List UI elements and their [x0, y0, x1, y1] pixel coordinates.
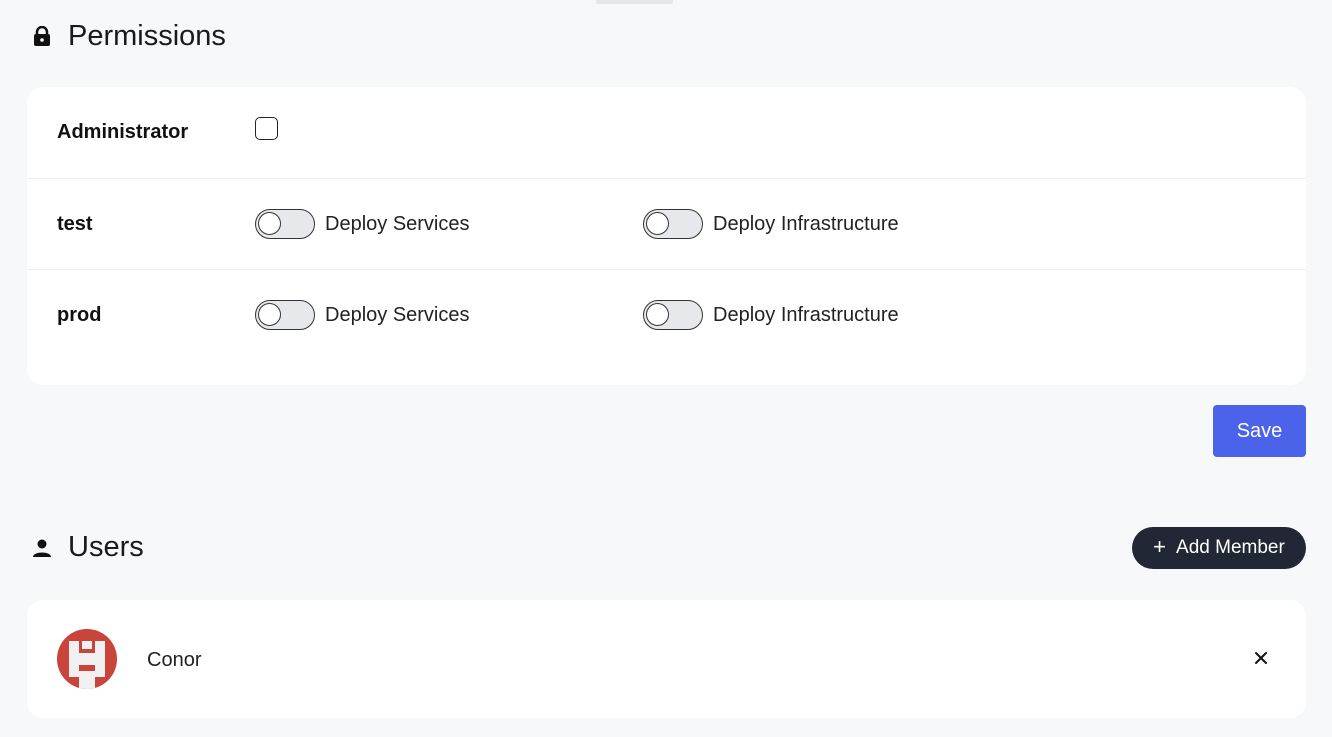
plus-icon: +: [1153, 534, 1167, 559]
close-icon[interactable]: [1251, 648, 1271, 668]
toggle-knob: [258, 212, 281, 235]
env-row-test: test Deploy Services Deploy Infrastructu…: [27, 179, 1306, 270]
env-label: test: [57, 212, 93, 235]
toggle-label: Deploy Infrastructure: [713, 303, 899, 326]
top-tab-indicator: [596, 0, 673, 4]
prod-deploy-infrastructure[interactable]: Deploy Infrastructure: [643, 300, 899, 330]
toggle-knob: [646, 303, 669, 326]
toggle-knob: [646, 212, 669, 235]
env-row-prod: prod Deploy Services Deploy Infrastructu…: [27, 270, 1306, 360]
users-title: Users: [68, 531, 144, 563]
add-member-button[interactable]: + Add Member: [1132, 527, 1306, 569]
user-row: Conor: [27, 600, 1306, 718]
permissions-card: Administrator test Deploy Services Deplo…: [27, 87, 1306, 385]
env-label: prod: [57, 303, 102, 326]
prod-deploy-services[interactable]: Deploy Services: [255, 300, 470, 330]
permissions-header: Permissions: [31, 20, 226, 53]
deploy-infrastructure-toggle[interactable]: [643, 209, 703, 239]
admin-label: Administrator: [57, 121, 189, 143]
add-member-label: Add Member: [1176, 537, 1285, 558]
user-name: Conor: [147, 649, 202, 671]
deploy-infrastructure-toggle[interactable]: [643, 300, 703, 330]
deploy-services-toggle[interactable]: [255, 209, 315, 239]
users-header: Users: [31, 531, 144, 564]
test-deploy-infrastructure[interactable]: Deploy Infrastructure: [643, 209, 899, 239]
admin-row: Administrator: [27, 87, 1306, 179]
admin-checkbox[interactable]: [255, 117, 278, 140]
deploy-services-toggle[interactable]: [255, 300, 315, 330]
avatar: [57, 629, 117, 689]
toggle-knob: [258, 303, 281, 326]
toggle-label: Deploy Infrastructure: [713, 212, 899, 235]
test-deploy-services[interactable]: Deploy Services: [255, 209, 470, 239]
users-card: Conor: [27, 600, 1306, 718]
permissions-title: Permissions: [68, 20, 226, 52]
save-button[interactable]: Save: [1213, 405, 1306, 457]
toggle-label: Deploy Services: [325, 303, 470, 326]
toggle-label: Deploy Services: [325, 212, 470, 235]
lock-icon: [31, 26, 53, 48]
person-icon: [31, 537, 53, 559]
